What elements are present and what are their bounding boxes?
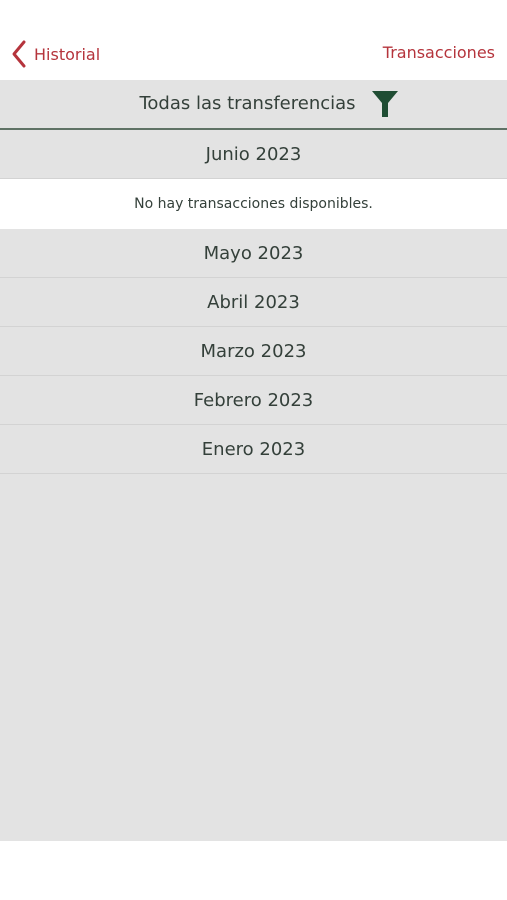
month-row-february-2023[interactable]: Febrero 2023: [0, 376, 507, 425]
page-title: Transacciones: [382, 43, 495, 62]
month-row-june-2023[interactable]: Junio 2023: [0, 130, 507, 179]
filter-label: Todas las transferencias: [139, 93, 356, 114]
month-row-may-2023[interactable]: Mayo 2023: [0, 229, 507, 278]
month-row-march-2023[interactable]: Marzo 2023: [0, 327, 507, 376]
navigation-bar: Historial Transacciones: [0, 0, 507, 80]
month-row-april-2023[interactable]: Abril 2023: [0, 278, 507, 327]
bottom-area: [0, 841, 507, 900]
month-list: Junio 2023 No hay transacciones disponib…: [0, 130, 507, 841]
back-button[interactable]: Historial: [10, 39, 100, 69]
filter-bar[interactable]: Todas las transferencias: [0, 80, 507, 130]
filter-icon[interactable]: [371, 90, 399, 122]
chevron-left-icon: [10, 39, 28, 69]
month-row-january-2023[interactable]: Enero 2023: [0, 425, 507, 474]
empty-message: No hay transacciones disponibles.: [0, 179, 507, 229]
back-button-label: Historial: [34, 44, 101, 64]
